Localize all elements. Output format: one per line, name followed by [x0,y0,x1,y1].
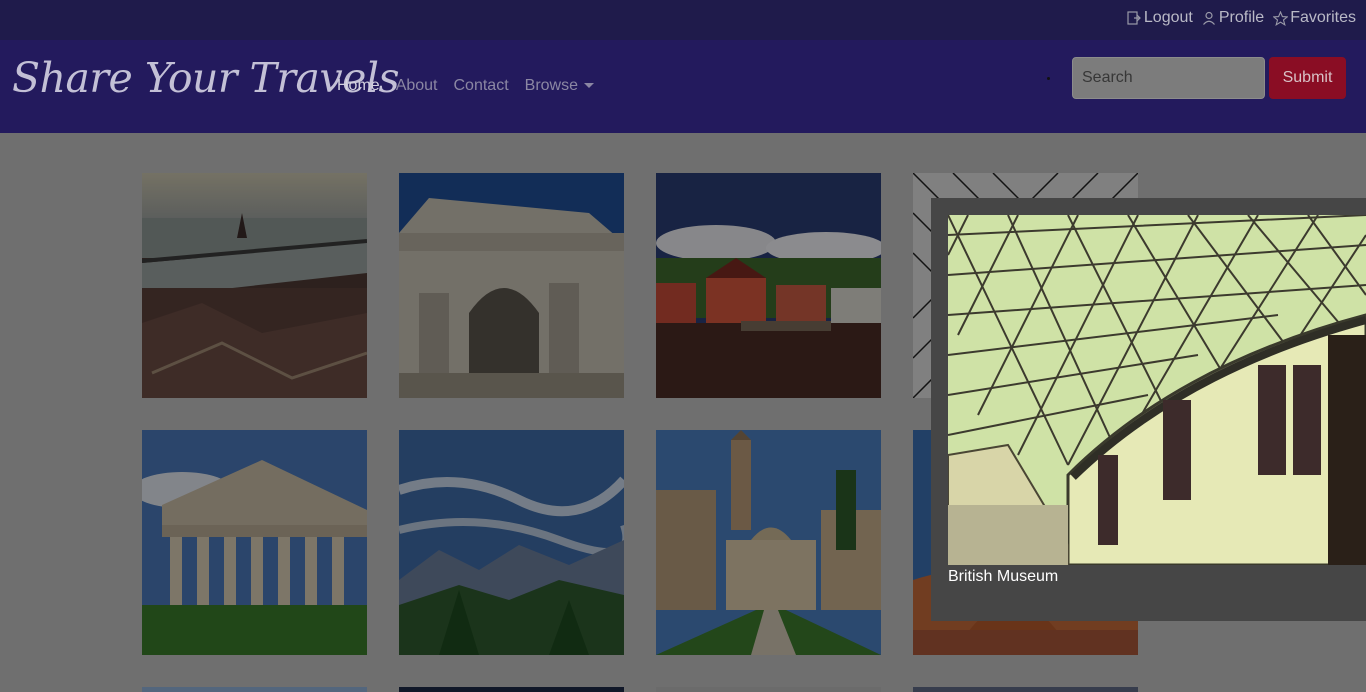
image-preview-popup[interactable]: British Museum [931,198,1366,621]
gallery-thumb-row3-1[interactable] [142,687,367,692]
city-river-image [142,173,367,398]
nav-about[interactable]: About [396,77,438,95]
nav-links: Home About Contact Browse [337,77,594,95]
favorites-link[interactable]: Favorites [1272,9,1356,27]
gallery-thumb-row3-4[interactable] [913,687,1138,692]
star-icon [1272,10,1288,26]
row3-image-3 [656,687,881,692]
gallery-thumb-city-river[interactable] [142,173,367,398]
nav-contact[interactable]: Contact [454,77,509,95]
main-navbar: Share Your Travels Home About Contact Br… [0,40,1366,133]
row3-image-1 [142,687,367,692]
nav-browse-label: Browse [524,77,578,94]
popup-image [948,215,1366,565]
profile-link[interactable]: Profile [1201,9,1264,27]
logout-label: Logout [1143,9,1193,26]
gallery-thumb-mountain-valley[interactable] [399,430,624,655]
row3-image-2 [399,687,624,692]
popup-caption: British Museum [948,568,1059,585]
nav-browse-dropdown[interactable]: Browse [525,77,594,95]
red-houses-image [656,173,881,398]
submit-button[interactable]: Submit [1269,57,1346,99]
top-utility-bar: Logout Profile Favorites [0,0,1366,40]
gallery-thumb-church-courtyard[interactable] [656,430,881,655]
caret-down-icon [584,83,594,89]
divider-dot [1047,77,1050,80]
logout-icon [1126,10,1142,26]
logout-link[interactable]: Logout [1126,9,1193,27]
greek-temple-image [142,430,367,655]
row3-image-4 [913,687,1138,692]
user-links: Logout Profile Favorites [1126,9,1356,27]
gallery-thumb-roman-arch[interactable] [399,173,624,398]
gallery-thumb-row3-2[interactable] [399,687,624,692]
gallery-thumb-row3-3[interactable] [656,687,881,692]
profile-label: Profile [1218,9,1265,26]
british-museum-image [948,215,1366,565]
nav-home[interactable]: Home [337,77,380,95]
search-input[interactable] [1072,57,1265,99]
gallery-thumb-greek-temple[interactable] [142,430,367,655]
church-courtyard-image [656,430,881,655]
gallery-thumb-red-houses[interactable] [656,173,881,398]
roman-arch-image [399,173,624,398]
favorites-label: Favorites [1290,9,1356,26]
user-icon [1201,10,1217,26]
mountain-valley-image [399,430,624,655]
